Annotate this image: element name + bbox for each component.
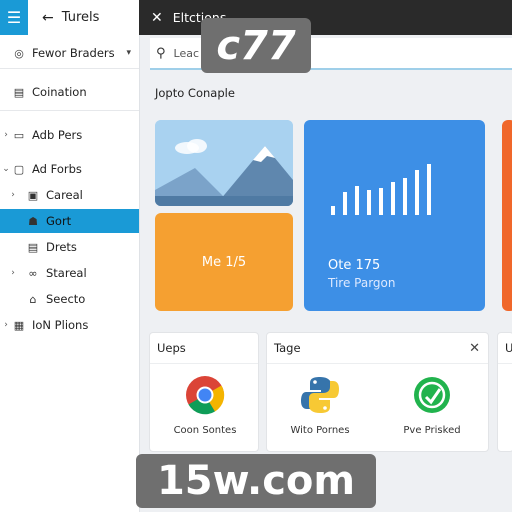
- sidebar-item-fewor-braders[interactable]: ◎ Fewor Braders ▾: [0, 41, 139, 65]
- tage-card: Tage ✕ Wito Pornes Pve Prisked: [266, 332, 489, 452]
- sidebar-item-ad-forbs[interactable]: ⌄ ▢ Ad Forbs: [0, 157, 139, 181]
- whatsapp-icon: [414, 377, 450, 413]
- sidebar-item-stareal[interactable]: › ∞ Stareal: [0, 261, 139, 285]
- sidebar: ☰ ← Turels ◎ Fewor Braders ▾ ▤ Coination…: [0, 0, 140, 512]
- link-icon: ∞: [28, 266, 38, 280]
- app-wito-pornes[interactable]: Wito Pornes: [275, 375, 365, 436]
- sidebar-item-ion-plions[interactable]: › ▦ IoN Plions: [0, 313, 139, 337]
- orange-tile[interactable]: Me 1/5: [155, 213, 293, 311]
- watermark-top: c77: [201, 18, 311, 73]
- chevron-down-icon: ▾: [126, 48, 131, 58]
- blue-stats-tile[interactable]: Ote 175 Tire Pargon: [304, 120, 485, 311]
- close-icon[interactable]: ✕: [151, 10, 163, 26]
- file-icon: ▤: [27, 240, 39, 254]
- lock-icon: ▣: [27, 188, 39, 202]
- sidebar-item-careal[interactable]: › ▣ Careal: [0, 183, 139, 207]
- tage-card-header: Tage ✕: [267, 333, 488, 364]
- sidebar-item-seecto[interactable]: ⌂ Seecto: [0, 287, 139, 311]
- orange-edge-tile[interactable]: [502, 120, 512, 311]
- top-bar: ✕ Eltctions: [139, 0, 512, 35]
- chrome-icon: [186, 376, 225, 415]
- back-arrow-icon[interactable]: ←: [42, 10, 54, 26]
- edge-card: U: [497, 332, 512, 452]
- sidebar-item-gort[interactable]: ☗ Gort: [0, 209, 139, 233]
- landscape-image-tile[interactable]: [155, 120, 293, 206]
- chevron-right-icon: ›: [4, 320, 8, 330]
- mountain-landscape-image: [155, 120, 293, 206]
- watermark-bottom: 15w.com: [136, 454, 376, 508]
- sidebar-header: ☰ ← Turels: [0, 0, 139, 35]
- chevron-right-icon: ›: [11, 268, 15, 278]
- chevron-right-icon: ›: [4, 130, 8, 140]
- apps-card: Ueps Coon Sontes: [149, 332, 259, 452]
- app-pve-prisked[interactable]: Pve Prisked: [387, 375, 477, 436]
- home-icon: ⌂: [29, 292, 37, 306]
- grid-icon: ▦: [13, 318, 25, 332]
- python-icon: [301, 377, 339, 413]
- document-icon: ▤: [13, 85, 25, 99]
- apps-card-header: Ueps: [150, 333, 258, 364]
- blue-tile-label: Ote 175: [328, 258, 381, 273]
- blue-tile-sublabel: Tire Pargon: [328, 276, 396, 290]
- orange-tile-label: Me 1/5: [201, 254, 247, 270]
- sidebar-title: Turels: [61, 10, 100, 25]
- chevron-down-icon: ⌄: [2, 164, 10, 174]
- edge-card-header: U: [498, 333, 512, 364]
- sidebar-item-drets[interactable]: ▤ Drets: [0, 235, 139, 259]
- sidebar-item-adb-pers[interactable]: › ▭ Adb Pers: [0, 123, 139, 147]
- menu-icon[interactable]: ☰: [0, 0, 28, 35]
- section-label: Jopto Conaple: [155, 86, 235, 100]
- chevron-right-icon: ›: [11, 190, 15, 200]
- store-icon: ☗: [28, 214, 38, 228]
- chat-icon: ▢: [13, 162, 25, 176]
- radio-icon: ◎: [14, 46, 24, 60]
- sidebar-item-coination[interactable]: ▤ Coination: [0, 80, 139, 104]
- app-coon-sontes[interactable]: Coon Sontes: [160, 375, 250, 436]
- search-icon: ⚲: [156, 45, 166, 61]
- folder-icon: ▭: [13, 128, 25, 142]
- close-icon[interactable]: ✕: [469, 341, 480, 356]
